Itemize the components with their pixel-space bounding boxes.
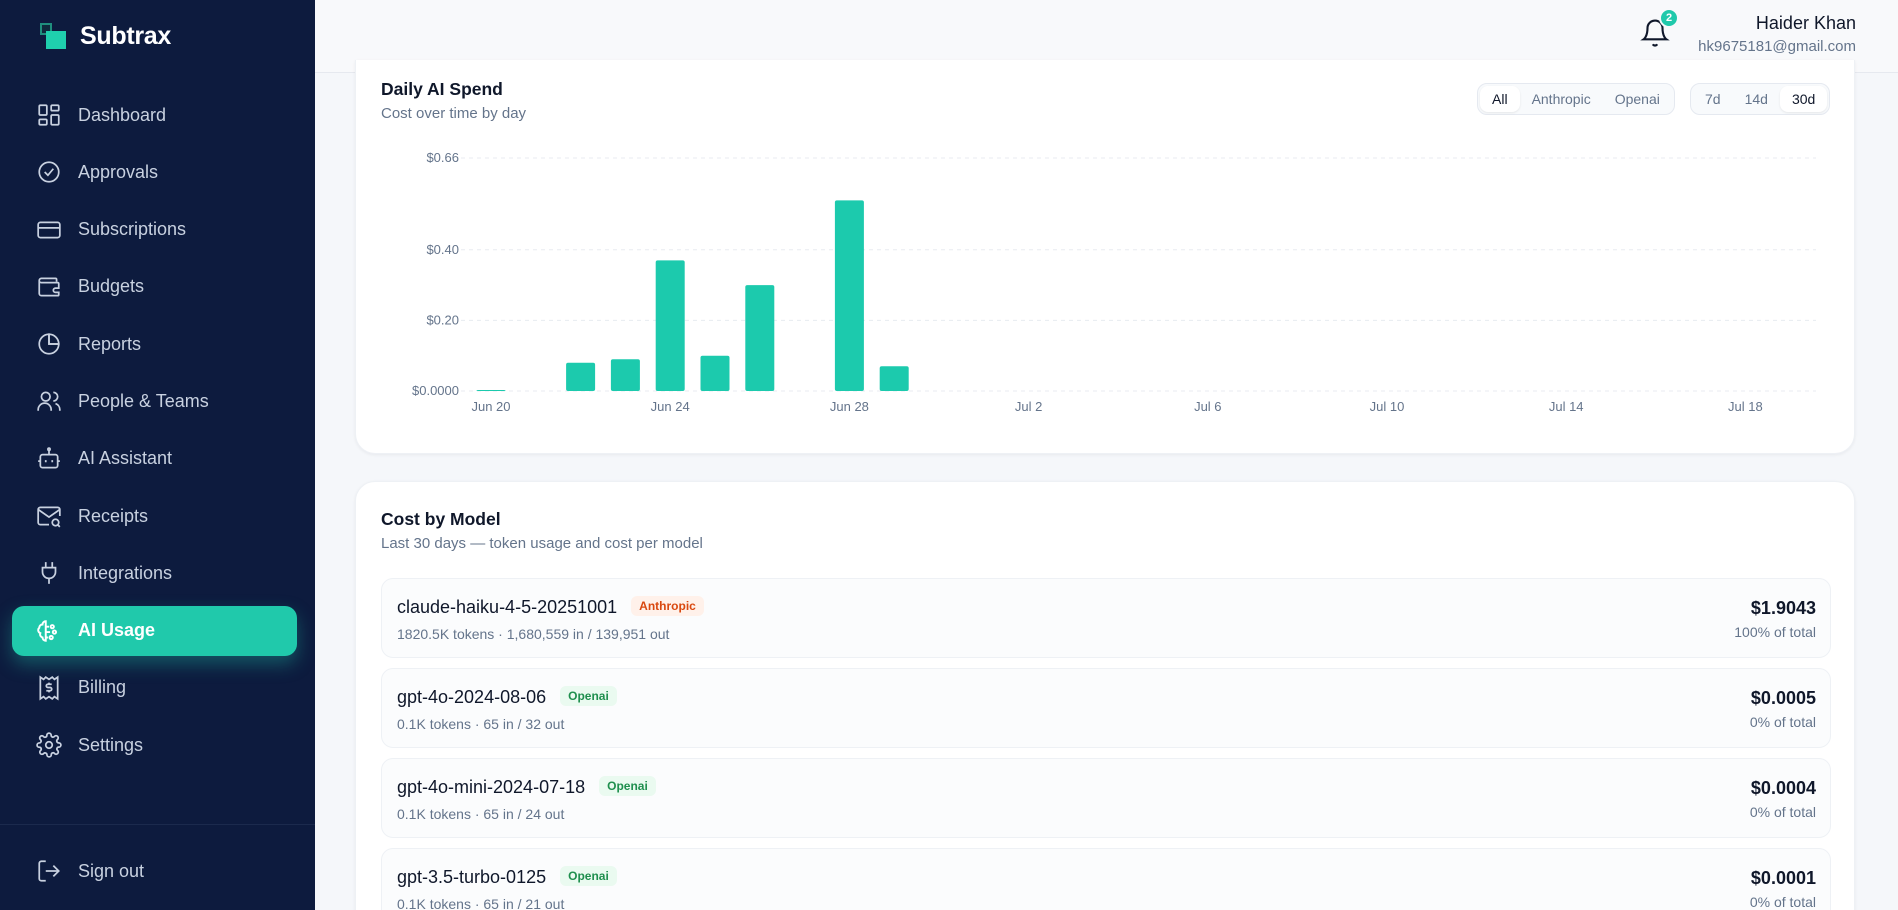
model-name: gpt-3.5-turbo-0125 Openai (397, 866, 617, 888)
x-tick-label: Jul 6 (1194, 399, 1221, 414)
sidebar-item-ai-assistant[interactable]: AI Assistant (12, 434, 297, 484)
sidebar-item-label: Receipts (78, 505, 149, 526)
model-cost-percent: 0% of total (1749, 714, 1816, 730)
sidebar: Subtrax Dashboard Approvals Subscription… (0, 0, 315, 910)
model-cost: $0.0005 (1750, 688, 1816, 708)
receipt-dollar-icon (39, 675, 59, 701)
model-cost-percent: 0% of total (1749, 804, 1816, 820)
sidebar-item-label: AI Usage (78, 620, 156, 641)
model-row[interactable]: claude-haiku-4-5-20251001 Anthropic 1820.… (381, 578, 1831, 658)
user-email: hk9675181@gmail.com (1698, 38, 1856, 55)
x-tick-label: Jul 14 (1549, 399, 1584, 414)
pie-chart-icon (38, 333, 60, 355)
sidebar-nav: Dashboard Approvals Subscriptions Budget… (12, 90, 297, 778)
card-subtitle: Last 30 days — token usage and cost per … (381, 535, 703, 552)
model-name: gpt-4o-mini-2024-07-18 Openai (397, 776, 656, 798)
chart-bar (745, 285, 775, 391)
card-title: Cost by Model (381, 509, 501, 529)
model-cost: $0.0004 (1750, 778, 1816, 798)
chart-bar (566, 362, 596, 391)
model-cost: $0.0001 (1750, 868, 1816, 888)
brand-name: Subtrax (80, 21, 171, 50)
x-tick-label: Jun 20 (471, 399, 510, 414)
sidebar-item-settings[interactable]: Settings (12, 720, 297, 770)
user-menu[interactable]: Haider Khan hk9675181@gmail.com (1698, 13, 1856, 55)
sidebar-item-label: Reports (78, 333, 142, 354)
sign-out-label: Sign out (78, 860, 145, 881)
provider-badge: Openai (599, 776, 656, 797)
sidebar-item-label: Billing (78, 677, 127, 698)
mail-search-icon (37, 506, 61, 528)
x-tick-label: Jun 28 (830, 399, 869, 414)
chart-bar (655, 260, 685, 391)
sidebar-item-label: People & Teams (78, 390, 209, 411)
y-tick-label: $0.20 (426, 312, 459, 327)
provider-badge: Openai (560, 686, 617, 707)
cost-by-model-card: Cost by Model Last 30 days — token usage… (355, 481, 1855, 910)
sidebar-item-receipts[interactable]: Receipts (12, 491, 297, 541)
daily-spend-card: Daily AI Spend Cost over time by day All… (355, 60, 1855, 454)
sidebar-item-label: Approvals (78, 161, 159, 182)
sidebar-item-people-teams[interactable]: People & Teams (12, 376, 297, 426)
provider-badge: Anthropic (631, 596, 704, 617)
sidebar-item-subscriptions[interactable]: Subscriptions (12, 205, 297, 255)
model-row[interactable]: gpt-3.5-turbo-0125 Openai 0.1K tokens · 6… (381, 848, 1831, 910)
sidebar-item-label: Integrations (78, 562, 173, 583)
brain-icon (37, 619, 58, 642)
provider-badge: Openai (560, 866, 617, 887)
notification-count-badge: 2 (1659, 8, 1679, 28)
y-tick-label: $0.0000 (412, 383, 459, 398)
daily-spend-chart: $0.0000 $0.20 $0.40 $0.66 Jun 20 Jun 24 Jun 28… (412, 150, 1816, 414)
y-tick-label: $0.40 (426, 242, 459, 257)
sidebar-item-label: Budgets (78, 276, 145, 297)
sidebar-item-label: AI Assistant (78, 448, 173, 469)
chart-bar (700, 355, 730, 391)
credit-card-icon (37, 221, 61, 239)
sidebar-item-label: Subscriptions (78, 219, 187, 240)
plug-icon (41, 562, 57, 585)
model-token-usage: 1820.5K tokens · 1,680,559 in / 139,951 … (397, 626, 670, 642)
sidebar-item-budgets[interactable]: Budgets (12, 262, 297, 312)
model-cost-percent: 0% of total (1749, 894, 1816, 910)
chart-bar (879, 366, 909, 391)
x-tick-label: Jul 18 (1728, 399, 1763, 414)
sidebar-item-ai-usage[interactable]: AI Usage (12, 605, 297, 656)
users-icon (37, 391, 61, 412)
y-tick-label: $0.66 (426, 150, 459, 165)
model-cost-percent: 100% of total (1734, 624, 1816, 640)
model-cost: $1.9043 (1750, 598, 1816, 618)
logout-icon (38, 860, 60, 882)
sidebar-item-integrations[interactable]: Integrations (12, 548, 297, 598)
sidebar-divider (0, 824, 315, 825)
check-circle-icon (38, 161, 60, 183)
model-name: gpt-4o-2024-08-06 Openai (397, 686, 617, 708)
x-tick-label: Jul 10 (1370, 399, 1405, 414)
sidebar-item-label: Settings (78, 734, 144, 755)
model-row[interactable]: gpt-4o-2024-08-06 Openai 0.1K tokens · 65… (381, 668, 1831, 748)
sidebar-item-reports[interactable]: Reports (12, 319, 297, 369)
sidebar-item-approvals[interactable]: Approvals (12, 147, 297, 197)
wallet-icon (38, 277, 60, 297)
dashboard-icon (38, 104, 60, 126)
model-token-usage: 0.1K tokens · 65 in / 21 out (397, 896, 565, 910)
x-tick-label: Jul 2 (1015, 399, 1042, 414)
chart-bar (476, 390, 506, 391)
model-token-usage: 0.1K tokens · 65 in / 24 out (397, 806, 565, 822)
model-token-usage: 0.1K tokens · 65 in / 32 out (397, 716, 565, 732)
gear-icon (36, 732, 62, 759)
bot-icon (38, 447, 60, 469)
sign-out-button[interactable]: Sign out (12, 846, 297, 896)
sidebar-item-label: Dashboard (78, 104, 167, 125)
brand[interactable]: Subtrax (40, 16, 171, 56)
brand-logo-icon (40, 23, 66, 49)
user-name: Haider Khan (1755, 13, 1856, 33)
chart-bar (834, 200, 864, 391)
sidebar-item-dashboard[interactable]: Dashboard (12, 90, 297, 140)
model-row[interactable]: gpt-4o-mini-2024-07-18 Openai 0.1K tokens… (381, 758, 1831, 838)
sidebar-item-billing[interactable]: Billing (12, 663, 297, 713)
x-tick-label: Jun 24 (651, 399, 690, 414)
model-name: claude-haiku-4-5-20251001 Anthropic (397, 596, 704, 618)
chart-bar (610, 359, 640, 391)
